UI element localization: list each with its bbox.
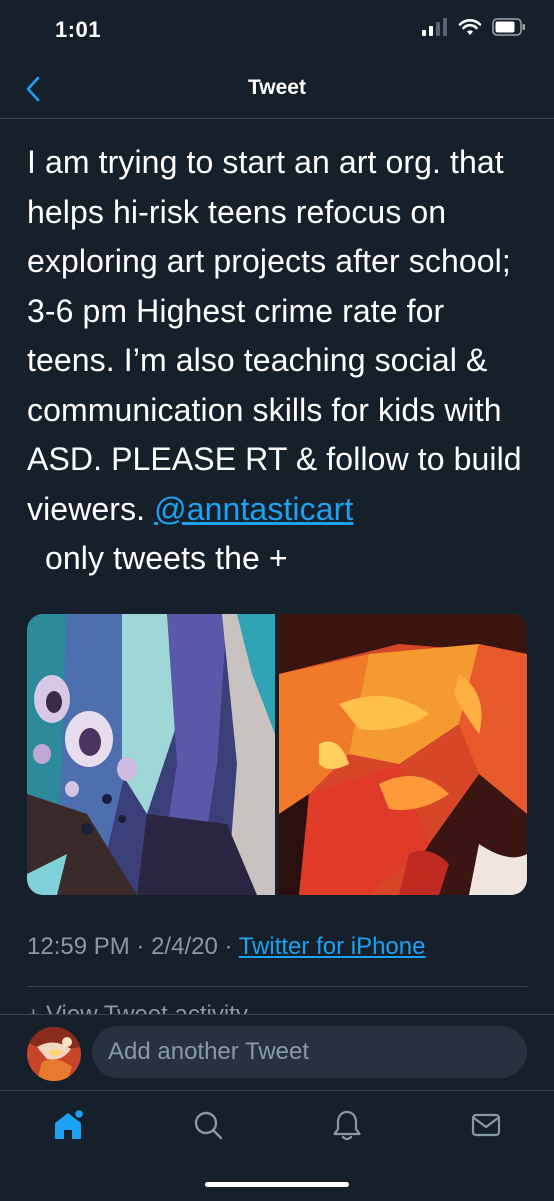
tab-messages[interactable]	[466, 1105, 506, 1145]
nav-header: Tweet	[0, 60, 554, 119]
mention-link[interactable]: @anntasticart	[154, 491, 353, 527]
tweet-media	[27, 614, 527, 895]
tweet-source-link[interactable]: Twitter for iPhone	[239, 933, 426, 960]
abstract-pour-art-blue-image	[27, 614, 275, 895]
cellular-signal-icon	[422, 18, 447, 36]
status-bar: 1:01	[0, 0, 554, 60]
media-image-1[interactable]	[27, 614, 275, 895]
tab-notifications[interactable]	[327, 1105, 367, 1145]
mail-icon	[471, 1113, 501, 1137]
view-tweet-activity-link[interactable]: + View Tweet activity	[27, 1000, 248, 1014]
wifi-icon	[458, 19, 482, 35]
tweet-meta: 12:59 PM · 2/4/20 · Twitter for iPhone	[27, 933, 425, 961]
tweet-date: 2/4/20	[151, 933, 218, 960]
media-image-2[interactable]	[279, 614, 527, 895]
tab-home[interactable]	[48, 1105, 88, 1145]
home-indicator	[205, 1182, 349, 1187]
battery-icon	[492, 18, 525, 36]
reply-input[interactable]	[92, 1026, 527, 1078]
tweet-time: 12:59 PM	[27, 933, 130, 960]
home-icon	[55, 1108, 85, 1139]
meta-separator: ·	[136, 933, 145, 960]
tweet-text-continued: only tweets the +	[27, 540, 288, 576]
tab-search[interactable]	[188, 1105, 228, 1145]
activity-icon: +	[27, 1002, 46, 1014]
divider	[27, 986, 527, 987]
tweet-body: I am trying to start an art org. that he…	[27, 144, 522, 527]
abstract-pour-art-orange-image	[279, 614, 527, 895]
page-title: Tweet	[248, 76, 306, 99]
status-icons	[422, 18, 526, 36]
bell-icon	[333, 1110, 361, 1141]
search-icon	[194, 1111, 223, 1140]
compose-bar	[0, 1014, 554, 1091]
activity-label: View Tweet activity	[46, 1001, 248, 1014]
tweet-text: I am trying to start an art org. that he…	[27, 138, 532, 584]
avatar-image	[27, 1027, 81, 1081]
meta-separator: ·	[224, 933, 233, 960]
avatar[interactable]	[27, 1027, 81, 1081]
status-time: 1:01	[55, 17, 102, 42]
